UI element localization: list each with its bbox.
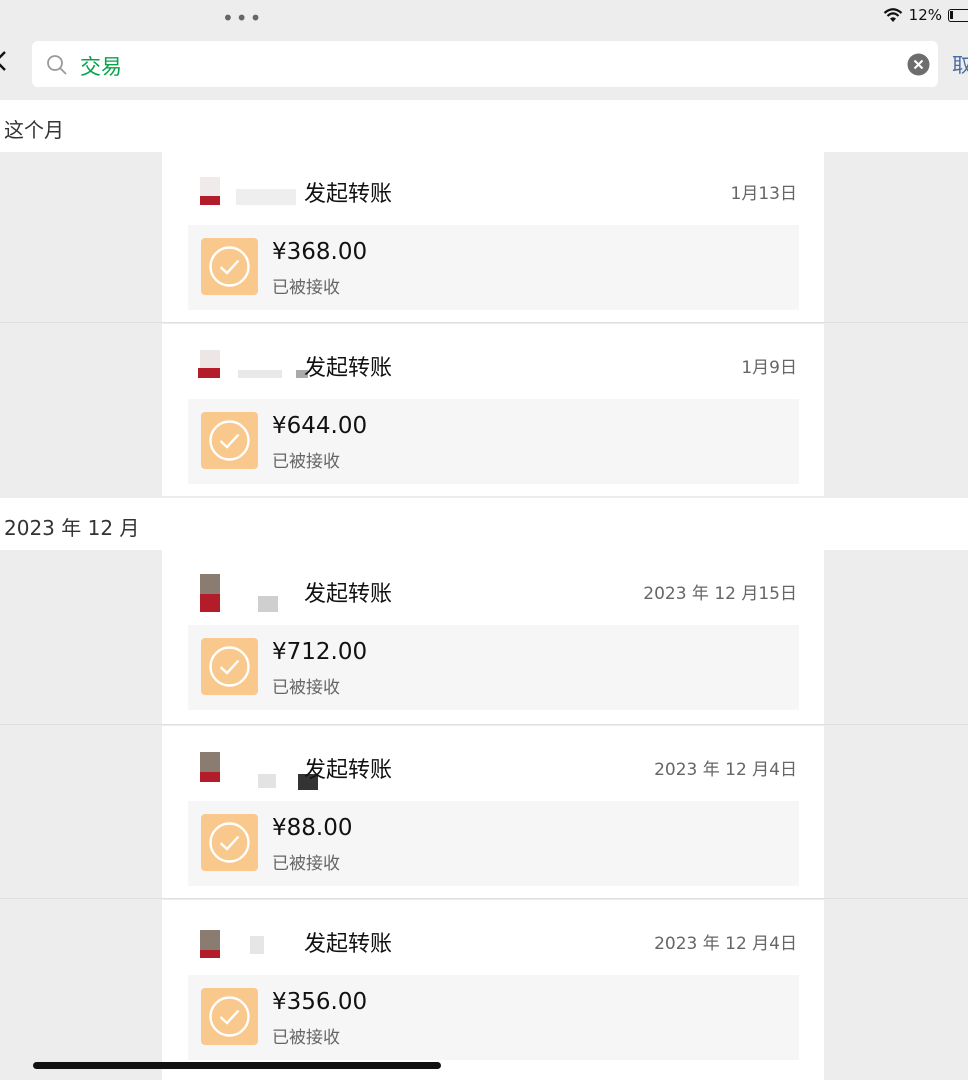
transfer-amount: ¥368.00 [272,239,368,265]
section-title: 这个月 [4,118,64,142]
transfer-date: 2023 年 12 月15日 [643,584,797,604]
redacted-avatar [190,748,318,790]
transfer-status: 已被接收 [272,1028,340,1048]
multitask-dots[interactable]: ••• [222,6,263,30]
transfer-card[interactable]: 发起转账 1月9日 ¥644.00 已被接收 [162,324,824,496]
redacted-avatar [190,922,310,962]
clear-icon[interactable] [907,53,930,76]
cancel-button[interactable]: 取消 [952,49,968,78]
status-bar: ••• 12% [0,0,968,34]
transfer-card[interactable]: 发起转账 2023 年 12 月15日 ¥712.00 已被接收 [162,550,824,724]
back-chevron-icon[interactable] [0,50,8,72]
section-header: 2023 年 12 月 [0,498,968,550]
received-check-icon [201,988,258,1045]
wifi-icon [883,8,902,22]
received-check-icon [201,814,258,871]
transfer-bubble[interactable]: ¥644.00 已被接收 [188,399,799,484]
search-bar[interactable]: 交易 [32,41,938,87]
battery-icon [948,8,968,22]
search-input[interactable]: 交易 [80,51,122,81]
transfer-title: 发起转账 [304,932,393,957]
received-check-icon [201,238,258,295]
received-check-icon [201,412,258,469]
transfer-bubble[interactable]: ¥88.00 已被接收 [188,801,799,886]
section-header: 这个月 [0,100,968,152]
transfer-amount: ¥712.00 [272,639,368,665]
status-right: 12% [883,6,968,24]
transfer-bubble[interactable]: ¥368.00 已被接收 [188,225,799,310]
divider [0,724,968,725]
transfer-bubble[interactable]: ¥712.00 已被接收 [188,625,799,710]
divider [0,322,968,323]
transfer-amount: ¥88.00 [272,815,353,841]
redacted-avatar [190,346,310,386]
home-indicator[interactable] [33,1062,441,1069]
transfer-status: 已被接收 [272,678,340,698]
transfer-title: 发起转账 [304,356,393,381]
transfer-date: 1月13日 [730,184,797,204]
transfer-status: 已被接收 [272,452,340,472]
transfer-title: 发起转账 [304,182,393,207]
transfer-status: 已被接收 [272,278,340,298]
redacted-avatar [190,172,310,212]
transfer-date: 1月9日 [741,358,797,378]
transfer-card[interactable]: 发起转账 2023 年 12 月4日 ¥356.00 已被接收 [162,900,824,1080]
transfer-amount: ¥644.00 [272,413,368,439]
transfer-card[interactable]: 发起转账 1月13日 ¥368.00 已被接收 [162,150,824,322]
redacted-avatar [190,572,310,612]
battery-percentage: 12% [908,6,942,24]
search-icon [47,55,67,75]
transfer-bubble[interactable]: ¥356.00 已被接收 [188,975,799,1060]
transfer-date: 2023 年 12 月4日 [654,934,797,954]
transfer-title: 发起转账 [304,582,393,607]
transfer-card[interactable]: 发起转账 2023 年 12 月4日 ¥88.00 已被接收 [162,726,824,898]
transfer-date: 2023 年 12 月4日 [654,760,797,780]
section-title: 2023 年 12 月 [4,516,140,540]
transfer-title: 发起转账 [304,758,393,783]
received-check-icon [201,638,258,695]
search-row: 交易 取消 [0,38,968,92]
transfer-status: 已被接收 [272,854,340,874]
transfer-amount: ¥356.00 [272,989,368,1015]
divider [0,898,968,899]
